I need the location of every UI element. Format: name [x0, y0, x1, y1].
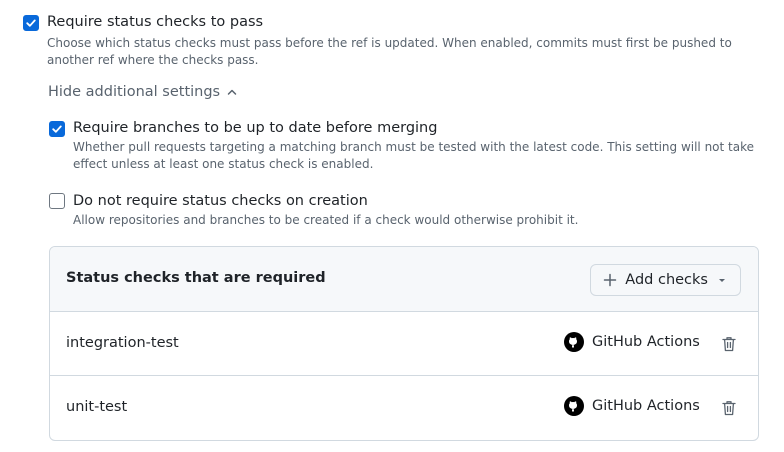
plus-icon [604, 273, 617, 287]
status-checks-panel: Status checks that are required Add chec… [49, 246, 759, 441]
status-checks-title: Status checks that are required [66, 270, 326, 286]
status-check-name: unit-test [66, 399, 128, 415]
add-checks-label: Add checks [625, 272, 708, 288]
skip-on-creation-label[interactable]: Do not require status checks on creation [73, 193, 368, 209]
status-check-app: GitHub Actions [564, 332, 700, 352]
status-check-row: unit-test GitHub Actions [50, 376, 758, 440]
trash-icon [722, 401, 736, 416]
check-icon [52, 125, 62, 133]
add-checks-button[interactable]: Add checks [590, 264, 741, 296]
remove-status-check-button[interactable] [722, 336, 736, 356]
status-check-name: integration-test [66, 335, 179, 351]
require-up-to-date-description: Whether pull requests targeting a matchi… [73, 140, 755, 171]
remove-status-check-button[interactable] [722, 400, 736, 420]
require-status-checks-checkbox[interactable] [23, 15, 39, 31]
chevron-up-icon [227, 89, 237, 95]
triangle-down-icon [719, 279, 725, 282]
status-check-app-label: GitHub Actions [592, 334, 700, 350]
hide-additional-settings-toggle[interactable]: Hide additional settings [48, 84, 238, 100]
status-check-app-label: GitHub Actions [592, 398, 700, 414]
github-icon [564, 332, 584, 352]
status-check-app: GitHub Actions [564, 396, 700, 416]
status-check-row: integration-test GitHub Actions [50, 312, 758, 376]
require-status-checks-label[interactable]: Require status checks to pass [47, 14, 263, 30]
skip-on-creation-checkbox[interactable] [49, 193, 65, 209]
require-up-to-date-checkbox[interactable] [49, 121, 65, 137]
github-icon [564, 396, 584, 416]
require-up-to-date-label[interactable]: Require branches to be up to date before… [73, 120, 437, 136]
require-status-checks-description: Choose which status checks must pass bef… [47, 36, 732, 67]
status-checks-header: Status checks that are required Add chec… [50, 247, 758, 312]
hide-additional-settings-label: Hide additional settings [48, 84, 221, 100]
trash-icon [722, 337, 736, 352]
skip-on-creation-description: Allow repositories and branches to be cr… [73, 213, 579, 227]
check-icon [26, 19, 36, 27]
